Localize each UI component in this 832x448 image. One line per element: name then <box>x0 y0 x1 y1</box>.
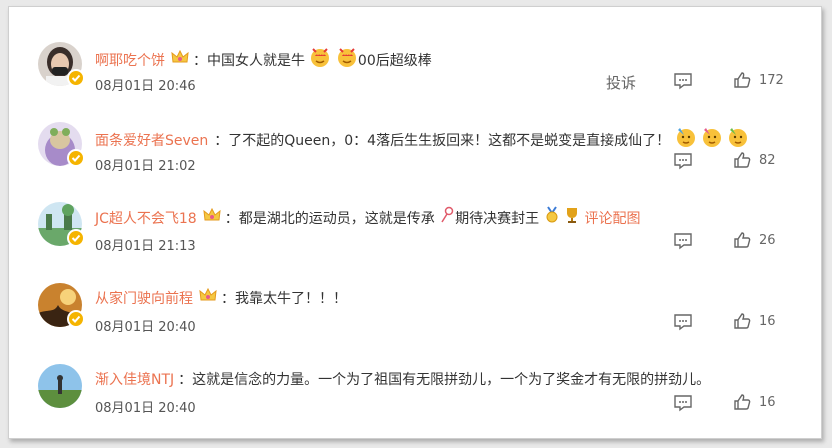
like-button[interactable]: 26 <box>733 231 776 249</box>
like-icon <box>734 313 751 329</box>
separator: ： <box>178 372 193 388</box>
comment-text-suffix: 期待决赛封王 <box>455 211 540 227</box>
comment-item: JC超人不会飞18 ：都是湖北的运动员，这就是传承 期待决赛封王 评论配图 08月… <box>9 202 821 282</box>
separator: ： <box>221 291 235 307</box>
party-face-emoji <box>701 126 723 156</box>
username-link[interactable]: 渐入佳境NTJ <box>95 372 174 388</box>
heart-face-emoji <box>336 46 358 76</box>
trophy-icon <box>564 206 580 232</box>
like-icon <box>734 72 751 88</box>
comment-item: 渐入佳境NTJ ：这就是信念的力量。一个为了祖国有无限拼劲儿，一个为了奖金才有无限… <box>9 364 821 438</box>
comment-text-line: 面条爱好者Seven ：了不起的Queen，0：4落后生生扳回来！这都不是蜕变是直… <box>95 126 749 150</box>
comment-time: 08月01日 20:40 <box>95 320 196 335</box>
separator: ： <box>224 211 239 227</box>
separator: ： <box>214 133 229 149</box>
username-link[interactable]: 面条爱好者Seven <box>95 133 208 149</box>
crown-icon <box>203 207 221 231</box>
like-button[interactable]: 82 <box>733 151 776 169</box>
username-link[interactable]: 啊耶吃个饼 <box>95 53 165 69</box>
like-button[interactable]: 16 <box>733 393 776 411</box>
comment-text-line: JC超人不会飞18 ：都是湖北的运动员，这就是传承 期待决赛封王 评论配图 <box>95 206 641 230</box>
like-count: 82 <box>759 152 776 168</box>
like-icon <box>734 394 751 410</box>
report-button[interactable]: 投诉 <box>606 72 636 93</box>
like-icon <box>734 152 751 168</box>
comment-text: 中国女人就是牛 <box>207 53 305 69</box>
username-link[interactable]: JC超人不会飞18 <box>95 211 197 227</box>
reply-icon[interactable] <box>673 152 693 170</box>
comment-item: 从家门驶向前程 ：我靠太牛了！！！ 08月01日 20:40 16 <box>9 283 821 363</box>
comment-time: 08月01日 20:40 <box>95 401 196 416</box>
username-link[interactable]: 从家门驶向前程 <box>95 291 193 307</box>
like-icon <box>734 232 751 248</box>
comment-text-line: 渐入佳境NTJ ：这就是信念的力量。一个为了祖国有无限拼劲儿，一个为了奖金才有无限… <box>95 368 710 392</box>
reply-icon[interactable] <box>673 313 693 331</box>
verified-badge-icon <box>67 229 85 247</box>
comment-text: 这就是信念的力量。一个为了祖国有无限拼劲儿，一个为了奖金才有无限的拼劲儿。 <box>192 372 711 388</box>
medal-icon <box>544 206 560 232</box>
like-button[interactable]: 172 <box>733 71 784 89</box>
reply-icon[interactable] <box>673 72 693 90</box>
avatar[interactable] <box>38 364 82 408</box>
comment-item: 啊耶吃个饼 ：中国女人就是牛 00后超级棒 08月01日 20:46 投诉 172 <box>9 42 821 122</box>
crown-icon <box>199 287 217 311</box>
reply-icon[interactable] <box>673 394 693 412</box>
verified-badge-icon <box>67 69 85 87</box>
heart-face-emoji <box>309 46 331 76</box>
verified-badge-icon <box>67 149 85 167</box>
comment-text-suffix: 00后超级棒 <box>357 53 432 69</box>
comment-item: 面条爱好者Seven ：了不起的Queen，0：4落后生生扳回来！这都不是蜕变是直… <box>9 122 821 202</box>
crown-icon <box>171 49 189 73</box>
like-count: 16 <box>759 313 776 329</box>
comment-panel: 啊耶吃个饼 ：中国女人就是牛 00后超级棒 08月01日 20:46 投诉 172 <box>8 6 822 439</box>
pin-icon <box>439 206 455 232</box>
verified-badge-icon <box>67 310 85 328</box>
like-count: 26 <box>759 232 776 248</box>
separator: ： <box>193 53 207 69</box>
comment-time: 08月01日 21:02 <box>95 159 196 174</box>
comment-text: 我靠太牛了！！！ <box>235 291 347 307</box>
comment-text: 都是湖北的运动员，这就是传承 <box>238 211 435 227</box>
like-count: 16 <box>759 394 776 410</box>
comment-text-line: 啊耶吃个饼 ：中国女人就是牛 00后超级棒 <box>95 46 432 70</box>
like-count: 172 <box>759 72 784 88</box>
comment-time: 08月01日 20:46 <box>95 79 196 94</box>
comment-text-line: 从家门驶向前程 ：我靠太牛了！！！ <box>95 287 347 311</box>
image-comment-link[interactable]: 评论配图 <box>585 211 641 227</box>
like-button[interactable]: 16 <box>733 312 776 330</box>
comment-time: 08月01日 21:13 <box>95 239 196 254</box>
comment-text: 了不起的Queen，0：4落后生生扳回来！这都不是蜕变是直接成仙了！ <box>228 133 671 149</box>
reply-icon[interactable] <box>673 232 693 250</box>
